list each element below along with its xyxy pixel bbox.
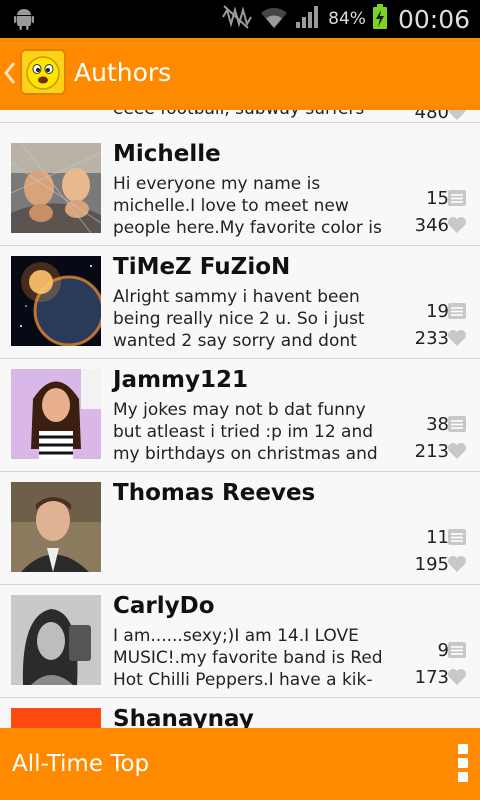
author-description	[113, 512, 395, 578]
heart-icon	[447, 216, 467, 238]
avatar	[11, 595, 101, 685]
avatar	[11, 482, 101, 572]
overflow-menu-icon[interactable]	[458, 744, 470, 786]
comment-icon	[447, 302, 467, 324]
action-bar: Authors	[0, 38, 480, 110]
heart-icon	[447, 110, 467, 125]
battery-charging-icon	[372, 4, 388, 34]
list-item[interactable]: TiMeZ FuZioN Alright sammy i havent been…	[0, 246, 480, 359]
likes-count: 233	[414, 328, 449, 349]
page-title: Authors	[74, 58, 172, 87]
likes-count: 480	[414, 110, 449, 123]
smiley-logo-icon[interactable]	[20, 49, 66, 95]
author-description: I am......sexy;)I am 14.I LOVE MUSIC!.my…	[113, 626, 383, 690]
comment-icon	[447, 641, 467, 663]
avatar	[11, 256, 101, 346]
clock: 00:06	[397, 4, 470, 34]
chevron-left-icon[interactable]	[3, 60, 17, 90]
android-icon	[12, 7, 36, 35]
heart-icon	[447, 555, 467, 577]
author-name: Thomas Reeves	[113, 480, 316, 506]
avatar	[11, 369, 101, 459]
comments-count: 15	[426, 188, 449, 209]
author-description: Alright sammy i havent been being really…	[113, 287, 365, 351]
author-name: Michelle	[113, 141, 221, 167]
likes-count: 346	[414, 215, 449, 236]
author-name: Shanaynay	[113, 706, 254, 728]
comment-icon	[447, 528, 467, 550]
bottom-bar: All-Time Top	[0, 728, 480, 800]
list-item[interactable]: eeee football, subway surfers 480	[0, 110, 480, 123]
author-name: CarlyDo	[113, 593, 215, 619]
heart-icon	[447, 668, 467, 690]
author-list[interactable]: eeee football, subway surfers 480 Michel…	[0, 110, 480, 728]
comments-count: 38	[426, 414, 449, 435]
comments-count: 19	[426, 301, 449, 322]
comments-count: 11	[426, 527, 449, 548]
list-item[interactable]: Shanaynay	[0, 698, 480, 728]
likes-count: 213	[414, 441, 449, 462]
status-bar: 84% 00:06	[0, 0, 480, 38]
comment-icon	[447, 189, 467, 211]
avatar	[11, 143, 101, 233]
heart-icon	[447, 442, 467, 464]
sort-mode-label[interactable]: All-Time Top	[12, 751, 149, 777]
signal-icon	[294, 4, 322, 34]
likes-count: 173	[414, 667, 449, 688]
avatar	[11, 708, 101, 728]
list-item[interactable]: Michelle Hi everyone my name is michelle…	[0, 133, 480, 246]
list-item[interactable]: Thomas Reeves 11 195	[0, 472, 480, 585]
list-item[interactable]: Jammy121 My jokes may not b dat funny bu…	[0, 359, 480, 472]
author-description: Hi everyone my name is michelle.I love t…	[113, 174, 382, 238]
mute-icon	[220, 4, 254, 34]
heart-icon	[447, 329, 467, 351]
battery-percent: 84%	[328, 9, 366, 29]
comment-icon	[447, 415, 467, 437]
author-description: eeee football, subway surfers	[113, 110, 395, 122]
author-name: TiMeZ FuZioN	[113, 254, 291, 280]
likes-count: 195	[414, 554, 449, 575]
list-item[interactable]: CarlyDo I am......sexy;)I am 14.I LOVE M…	[0, 585, 480, 698]
author-name: Jammy121	[113, 367, 249, 393]
wifi-icon	[260, 4, 288, 34]
author-description: My jokes may not b dat funny but atleast…	[113, 400, 378, 464]
